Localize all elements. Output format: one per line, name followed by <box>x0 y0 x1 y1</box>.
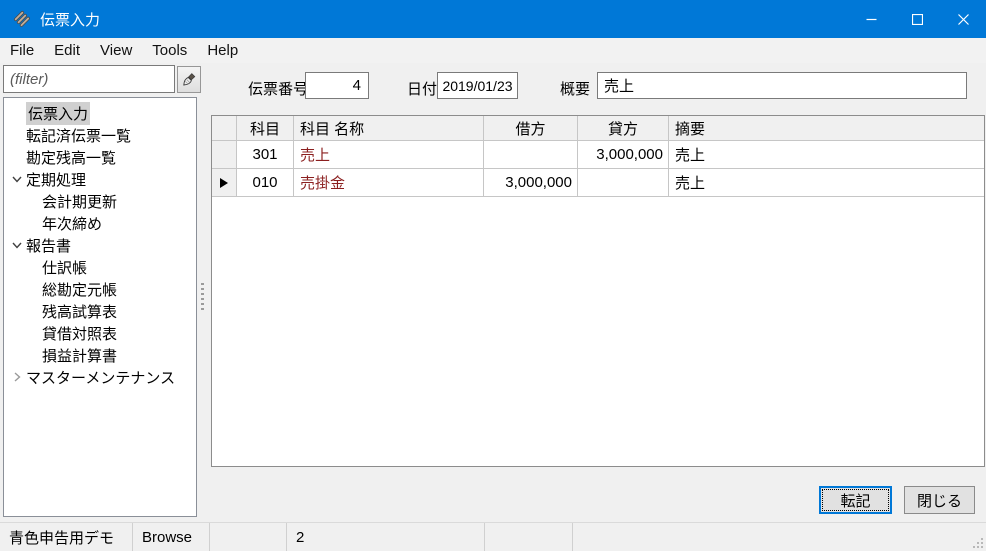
minimize-button[interactable] <box>848 0 894 38</box>
window-controls <box>848 0 986 38</box>
sidebar-item-year-end-close[interactable]: 年次締め <box>4 212 196 234</box>
grid-row-1[interactable]: 301 売上 3,000,000 売上 <box>212 141 984 169</box>
status-cell-5 <box>485 523 573 551</box>
sidebar-item-reports[interactable]: 報告書 <box>4 234 196 256</box>
clear-filter-button[interactable] <box>177 66 201 93</box>
sidebar-item-income-statement[interactable]: 損益計算書 <box>4 344 196 366</box>
statusbar: 青色申告用デモ Browse 2 <box>0 522 986 551</box>
cell-debit[interactable]: 3,000,000 <box>484 169 578 196</box>
status-company: 青色申告用デモ <box>0 523 133 551</box>
sidebar-item-voucher-entry[interactable]: 伝票入力 <box>4 101 196 125</box>
cell-account-code[interactable]: 301 <box>237 141 294 168</box>
cell-memo[interactable]: 売上 <box>669 141 984 168</box>
maximize-button[interactable] <box>894 0 940 38</box>
grid-header-gutter <box>212 116 237 140</box>
col-header-credit[interactable]: 貸方 <box>578 116 669 140</box>
status-cell-6 <box>573 523 986 551</box>
col-header-account-name[interactable]: 科目 名称 <box>294 116 484 140</box>
row-selector[interactable] <box>212 141 237 168</box>
pane-splitter[interactable] <box>201 283 204 313</box>
navigation-tree: 伝票入力 転記済伝票一覧 勘定残高一覧 定期処理 会計期更新 年次締め 報告書 … <box>3 97 197 517</box>
sidebar-item-account-balances[interactable]: 勘定残高一覧 <box>4 146 196 168</box>
filter-input[interactable] <box>3 65 175 93</box>
col-header-account-code[interactable]: 科目 <box>237 116 294 140</box>
menubar: File Edit View Tools Help <box>0 38 986 63</box>
menu-tools[interactable]: Tools <box>142 40 197 61</box>
menu-help[interactable]: Help <box>197 40 248 61</box>
window-title: 伝票入力 <box>40 11 101 29</box>
chevron-right-icon <box>9 372 24 382</box>
cell-memo[interactable]: 売上 <box>669 169 984 196</box>
sidebar-item-fiscal-period-update[interactable]: 会計期更新 <box>4 190 196 212</box>
sidebar-item-general-ledger[interactable]: 総勘定元帳 <box>4 278 196 300</box>
voucher-no-input[interactable] <box>305 72 369 99</box>
cell-account-name[interactable]: 売上 <box>294 141 484 168</box>
sidebar-item-balance-sheet[interactable]: 貸借対照表 <box>4 322 196 344</box>
close-button[interactable] <box>940 0 986 38</box>
entry-grid: 科目 科目 名称 借方 貸方 摘要 301 売上 3,000,000 売上 01… <box>211 115 985 467</box>
status-cell-3 <box>210 523 287 551</box>
summary-input[interactable] <box>597 72 967 99</box>
cell-account-code[interactable]: 010 <box>237 169 294 196</box>
summary-label: 概要 <box>560 81 591 98</box>
col-header-memo[interactable]: 摘要 <box>669 116 984 140</box>
titlebar: 伝票入力 <box>0 0 986 38</box>
close-icon <box>957 13 969 25</box>
app-window: 伝票入力 File Edit View Tools Help (filter) … <box>0 0 986 551</box>
cell-debit[interactable] <box>484 141 578 168</box>
maximize-icon <box>911 13 923 25</box>
chevron-down-icon <box>9 174 24 184</box>
chevron-down-icon <box>9 240 24 250</box>
menu-file[interactable]: File <box>0 40 44 61</box>
status-record-count: 2 <box>287 523 485 551</box>
grid-row-2-current[interactable]: 010 売掛金 3,000,000 売上 <box>212 169 984 197</box>
menu-view[interactable]: View <box>90 40 142 61</box>
sidebar-item-periodic-processing[interactable]: 定期処理 <box>4 168 196 190</box>
app-icon <box>13 10 30 27</box>
cell-account-name[interactable]: 売掛金 <box>294 169 484 196</box>
close-dialog-button[interactable]: 閉じる <box>904 486 975 514</box>
resize-grip-icon[interactable] <box>972 537 984 549</box>
date-label: 日付 <box>407 81 438 98</box>
sidebar-item-master-maintenance[interactable]: マスターメンテナンス <box>4 366 196 388</box>
col-header-debit[interactable]: 借方 <box>484 116 578 140</box>
sidebar-item-trial-balance[interactable]: 残高試算表 <box>4 300 196 322</box>
row-selector-current[interactable] <box>212 169 237 196</box>
menu-edit[interactable]: Edit <box>44 40 90 61</box>
date-input[interactable] <box>437 72 518 99</box>
sidebar-item-posted-vouchers[interactable]: 転記済伝票一覧 <box>4 124 196 146</box>
minimize-icon <box>866 18 876 20</box>
current-row-marker-icon <box>220 177 228 188</box>
status-mode: Browse <box>133 523 210 551</box>
sidebar-item-journal[interactable]: 仕訳帳 <box>4 256 196 278</box>
grid-header-row: 科目 科目 名称 借方 貸方 摘要 <box>212 116 984 141</box>
cell-credit[interactable] <box>578 169 669 196</box>
post-button[interactable]: 転記 <box>819 486 892 514</box>
cell-credit[interactable]: 3,000,000 <box>578 141 669 168</box>
broom-icon <box>183 72 196 86</box>
voucher-no-label: 伝票番号 <box>248 81 309 98</box>
